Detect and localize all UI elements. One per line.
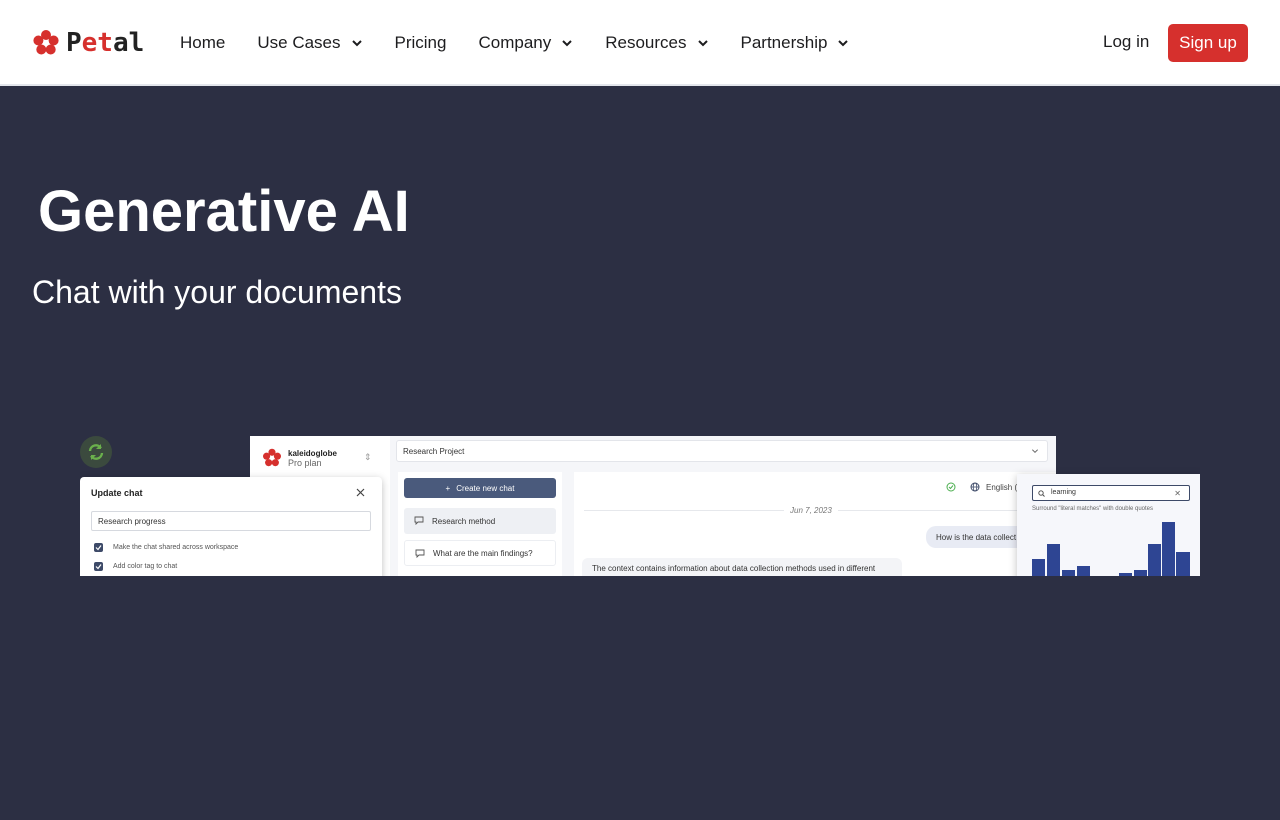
chevron-down-icon bbox=[697, 40, 708, 47]
close-icon[interactable] bbox=[356, 488, 365, 497]
globe-icon bbox=[970, 482, 980, 492]
chat-bubble-icon bbox=[414, 516, 424, 525]
chat-bubble-icon bbox=[415, 549, 425, 558]
top-nav: Petal Home Use Cases Pricing Company Res… bbox=[0, 0, 1280, 86]
histogram-bar bbox=[1162, 522, 1175, 576]
histogram-bar bbox=[1062, 570, 1075, 576]
chat-date: Jun 7, 2023 bbox=[784, 506, 838, 515]
histogram-bar bbox=[1176, 552, 1190, 576]
hero-subtitle: Chat with your documents bbox=[32, 274, 402, 310]
nav-item-home[interactable]: Home bbox=[180, 33, 225, 53]
login-link[interactable]: Log in bbox=[1103, 32, 1149, 52]
chat-name-input[interactable] bbox=[91, 511, 371, 531]
refresh-icon bbox=[88, 444, 104, 460]
workspace-switcher[interactable]: kaleidoglobe Pro plan bbox=[262, 448, 337, 468]
histogram-bar bbox=[1148, 544, 1161, 576]
search-panel: learning ✕ Surround "literal matches" wi… bbox=[1017, 474, 1200, 576]
petal-flower-icon bbox=[33, 30, 59, 55]
workspace-plan: Pro plan bbox=[288, 457, 322, 468]
chevron-down-icon bbox=[1031, 449, 1039, 454]
chevron-down-icon bbox=[838, 40, 849, 47]
hero-title: Generative AI bbox=[38, 179, 410, 244]
nav-item-pricing[interactable]: Pricing bbox=[395, 33, 447, 53]
signup-button[interactable]: Sign up bbox=[1168, 24, 1248, 62]
workspace-name: kaleidoglobe bbox=[288, 448, 337, 458]
expand-arrows-icon: ⇕ bbox=[364, 452, 372, 462]
chat-list: + Create new chat Research method What a… bbox=[398, 472, 562, 576]
petal-flower-icon bbox=[263, 448, 281, 467]
conversation-panel: English (U Jun 7, 2023 How is the data c… bbox=[574, 472, 1056, 576]
nav-item-company[interactable]: Company bbox=[478, 33, 573, 53]
brand-logo[interactable]: Petal bbox=[32, 28, 144, 58]
histogram-bar bbox=[1119, 573, 1132, 576]
language-selector[interactable]: English (U bbox=[946, 482, 1023, 492]
nav-item-partnership[interactable]: Partnership bbox=[741, 33, 850, 53]
refresh-badge bbox=[80, 436, 112, 468]
checkbox-checked[interactable] bbox=[94, 562, 103, 571]
dialog-title: Update chat bbox=[91, 488, 143, 498]
plus-icon: + bbox=[445, 483, 451, 493]
brand-name: Petal bbox=[66, 28, 145, 58]
histogram-bar bbox=[1047, 544, 1060, 576]
chevron-down-icon bbox=[562, 40, 572, 47]
check-circle-icon bbox=[946, 482, 956, 492]
assistant-message: The context contains information about d… bbox=[582, 558, 902, 576]
histogram-bar bbox=[1077, 566, 1090, 576]
chat-list-item[interactable]: Research method bbox=[404, 508, 556, 534]
nav-links: Home Use Cases Pricing Company Resources… bbox=[180, 0, 881, 86]
chevron-down-icon bbox=[351, 40, 362, 47]
color-tag-option[interactable]: Add color tag to chat bbox=[94, 562, 177, 571]
update-chat-dialog: Update chat Make the chat shared across … bbox=[80, 477, 382, 576]
check-icon bbox=[95, 564, 102, 570]
create-new-chat-button[interactable]: + Create new chat bbox=[404, 478, 556, 498]
chat-list-item[interactable]: What are the main findings? bbox=[404, 540, 556, 566]
histogram-bar bbox=[1134, 570, 1147, 576]
result-histogram bbox=[1032, 522, 1190, 576]
share-workspace-option[interactable]: Make the chat shared across workspace bbox=[94, 543, 238, 552]
histogram-bar bbox=[1032, 559, 1045, 576]
product-screenshot: kaleidoglobe Pro plan ⇕ Research Project… bbox=[80, 436, 1200, 576]
nav-item-resources[interactable]: Resources bbox=[605, 33, 708, 53]
project-select[interactable]: Research Project bbox=[396, 440, 1048, 462]
check-icon bbox=[95, 545, 102, 551]
checkbox-checked[interactable] bbox=[94, 543, 103, 552]
nav-item-use-cases[interactable]: Use Cases bbox=[257, 33, 362, 53]
